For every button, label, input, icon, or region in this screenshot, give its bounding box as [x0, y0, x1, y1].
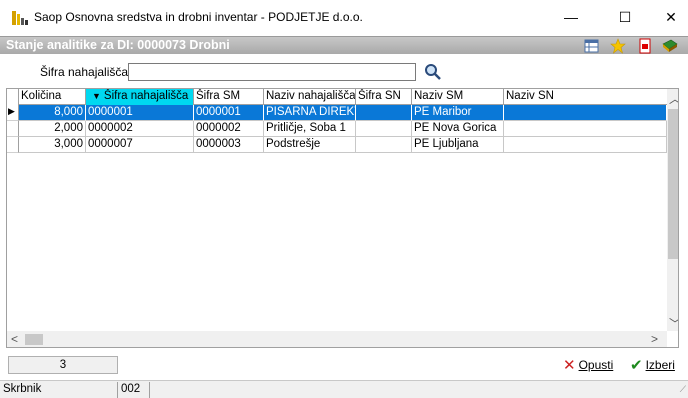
column-header-naziv-nahajalisca[interactable]: Naziv nahajališča	[264, 89, 356, 105]
maximize-button[interactable]: ☐	[602, 0, 648, 34]
column-header-sifra-nahajalisca[interactable]: ▼ Šifra nahajališča	[86, 89, 194, 105]
cancel-button[interactable]: ✕ Opusti	[563, 355, 613, 375]
form-header: Stanje analitike za DI: 0000073 Drobni	[0, 36, 688, 54]
vertical-scroll-thumb[interactable]	[668, 109, 678, 259]
cell-naziv-nahajalisca: PISARNA DIREKTOR	[264, 105, 356, 121]
search-label: Šifra nahajališča	[40, 65, 129, 79]
cell-naziv-sm: PE Maribor	[412, 105, 504, 121]
book-icon[interactable]	[662, 38, 678, 54]
row-indicator[interactable]	[7, 121, 19, 137]
cell-naziv-nahajalisca: Podstrešje	[264, 137, 356, 153]
column-header-sifra-sm[interactable]: Šifra SM	[194, 89, 264, 105]
cell-sifra-sn	[356, 105, 412, 121]
star-icon[interactable]	[610, 38, 626, 54]
table-row[interactable]: 2,000 0000002 0000002 Pritličje, Soba 1 …	[19, 121, 667, 137]
grid-settings-icon[interactable]	[584, 38, 600, 54]
cell-kolicina: 8,000	[19, 105, 86, 121]
app-icon	[12, 11, 28, 25]
scroll-right-icon[interactable]: >	[651, 332, 658, 346]
search-icon[interactable]	[424, 63, 442, 81]
scroll-left-icon[interactable]: <	[11, 332, 18, 346]
cell-sifra-sn	[356, 121, 412, 137]
cell-kolicina: 2,000	[19, 121, 86, 137]
row-indicator[interactable]: ▶	[7, 105, 19, 121]
cell-sifra-nahajalisca: 0000001	[86, 105, 194, 121]
cell-naziv-sn	[504, 105, 667, 121]
cell-sifra-sm: 0000001	[194, 105, 264, 121]
grid-header: Količina ▼ Šifra nahajališča Šifra SM Naz…	[7, 89, 667, 105]
scroll-down-icon[interactable]: ﹀	[669, 315, 678, 332]
column-header-kolicina[interactable]: Količina	[19, 89, 86, 105]
cell-naziv-nahajalisca: Pritličje, Soba 1	[264, 121, 356, 137]
status-field-label: Skrbnik	[0, 382, 118, 398]
cancel-x-icon: ✕	[563, 357, 576, 374]
data-grid: Količina ▼ Šifra nahajališča Šifra SM Naz…	[6, 88, 679, 348]
close-button[interactable]: ✕	[648, 0, 688, 34]
record-count: 3	[8, 356, 118, 374]
cell-kolicina: 3,000	[19, 137, 86, 153]
status-bar: Skrbnik 002 ⟋	[0, 380, 688, 398]
cell-naziv-sm: PE Ljubljana	[412, 137, 504, 153]
minimize-button[interactable]: —	[548, 0, 594, 34]
column-header-sifra-sn[interactable]: Šifra SN	[356, 89, 412, 105]
checkmark-icon: ✔	[630, 357, 643, 374]
search-row: Šifra nahajališča	[0, 58, 688, 86]
horizontal-scroll-thumb[interactable]	[25, 334, 43, 345]
cell-sifra-sm: 0000003	[194, 137, 264, 153]
row-indicator[interactable]	[7, 137, 19, 153]
cell-sifra-nahajalisca: 0000002	[86, 121, 194, 137]
cell-naziv-sn	[504, 137, 667, 153]
sort-desc-icon: ▼	[92, 91, 101, 101]
pdf-export-icon[interactable]	[637, 38, 653, 54]
select-label: Izberi	[645, 358, 675, 372]
search-input[interactable]	[128, 63, 416, 81]
column-header-naziv-sm[interactable]: Naziv SM	[412, 89, 504, 105]
cell-naziv-sm: PE Nova Gorica	[412, 121, 504, 137]
cell-sifra-nahajalisca: 0000007	[86, 137, 194, 153]
table-row[interactable]: 8,000 0000001 0000001 PISARNA DIREKTOR P…	[19, 105, 667, 121]
table-row[interactable]: 3,000 0000007 0000003 Podstrešje PE Ljub…	[19, 137, 667, 153]
cell-sifra-sm: 0000002	[194, 121, 264, 137]
current-row-icon: ▶	[8, 106, 15, 116]
scroll-up-icon[interactable]: ︿	[669, 90, 678, 107]
window-title: Saop Osnovna sredstva in drobni inventar…	[34, 10, 363, 24]
form-title: Stanje analitike za DI: 0000073 Drobni	[6, 38, 230, 52]
window-titlebar: Saop Osnovna sredstva in drobni inventar…	[0, 0, 688, 34]
resize-grip-icon[interactable]: ⟋	[680, 384, 686, 395]
header-corner	[7, 89, 19, 105]
cell-sifra-sn	[356, 137, 412, 153]
horizontal-scrollbar[interactable]: < >	[7, 331, 667, 347]
column-header-label: Šifra nahajališča	[103, 90, 189, 102]
status-field-value: 002	[118, 382, 150, 398]
vertical-scrollbar[interactable]: ︿ ﹀	[667, 89, 678, 332]
cancel-label: Opusti	[578, 358, 614, 372]
column-header-naziv-sn[interactable]: Naziv SN	[504, 89, 667, 105]
form-footer: 3 ✕ Opusti ✔ Izberi	[0, 352, 688, 378]
select-button[interactable]: ✔ Izberi	[630, 355, 675, 375]
cell-naziv-sn	[504, 121, 667, 137]
